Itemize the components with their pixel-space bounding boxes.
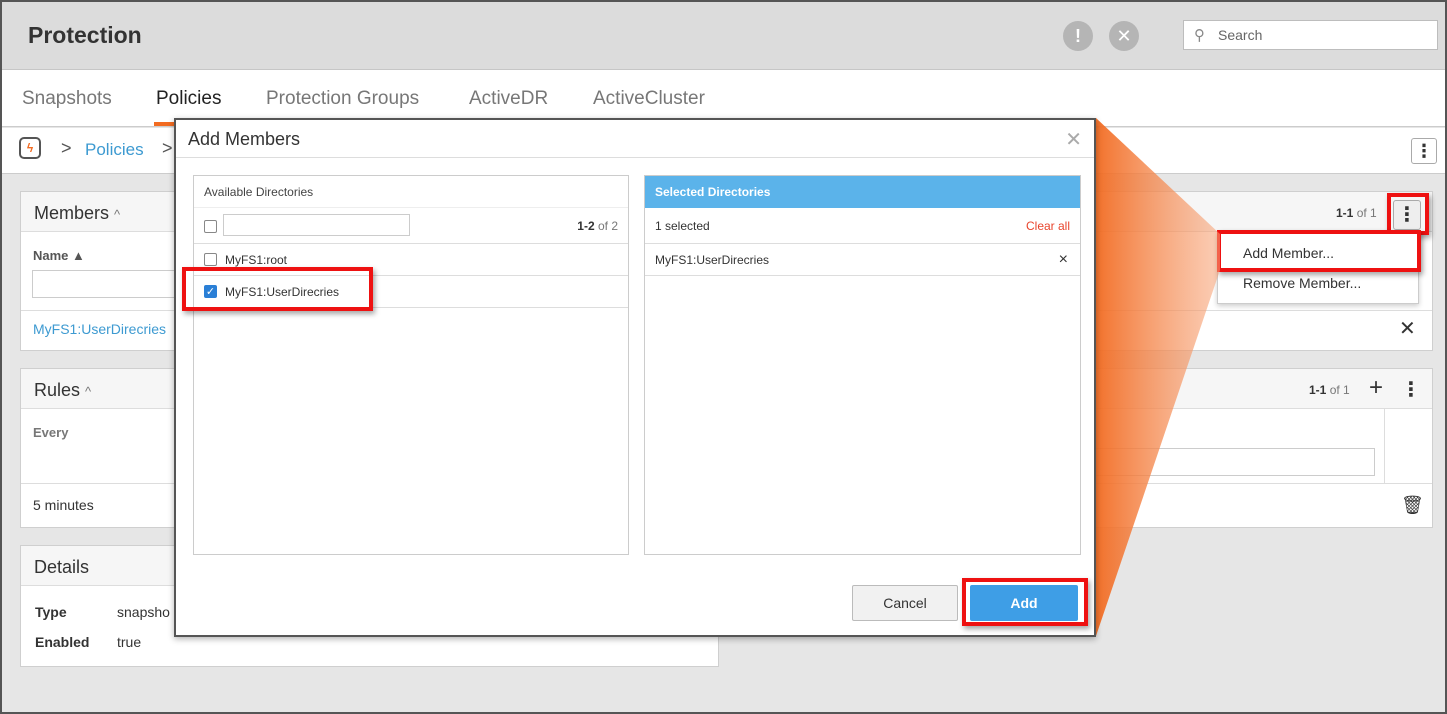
selected-summary-row: 1 selected Clear all — [645, 208, 1080, 244]
highlight-box — [182, 267, 373, 311]
highlight-box — [962, 578, 1088, 626]
selected-count: 1 selected — [655, 219, 710, 233]
selected-item: MyFS1:UserDirecries × — [645, 244, 1080, 276]
item-label: MyFS1:root — [225, 253, 288, 267]
selected-directories-list: Selected Directories 1 selected Clear al… — [644, 175, 1081, 555]
close-icon[interactable]: ✕ — [1065, 127, 1082, 152]
clear-all-link[interactable]: Clear all — [1026, 219, 1070, 233]
item-checkbox[interactable] — [204, 253, 217, 266]
cancel-button[interactable]: Cancel — [852, 585, 958, 621]
selected-item-label: MyFS1:UserDirecries — [655, 253, 770, 267]
available-count: 1-2 of 2 — [577, 219, 618, 233]
available-filter-row: 1-2 of 2 — [194, 208, 628, 244]
remove-selected-icon[interactable]: × — [1059, 251, 1068, 269]
dialog-header: Add Members ✕ — [176, 120, 1094, 158]
available-header: Available Directories — [194, 176, 628, 208]
dialog-title: Add Members — [188, 129, 301, 149]
available-filter-input[interactable] — [223, 214, 410, 236]
select-all-checkbox[interactable] — [204, 220, 217, 233]
app-window: Protection ! ✕ ⚲ Search Snapshots Polici… — [0, 0, 1447, 714]
selected-header: Selected Directories — [645, 176, 1080, 208]
available-directories-list: Available Directories 1-2 of 2 MyFS1:roo… — [193, 175, 629, 555]
add-members-dialog: Add Members ✕ Available Directories 1-2 … — [174, 118, 1096, 637]
